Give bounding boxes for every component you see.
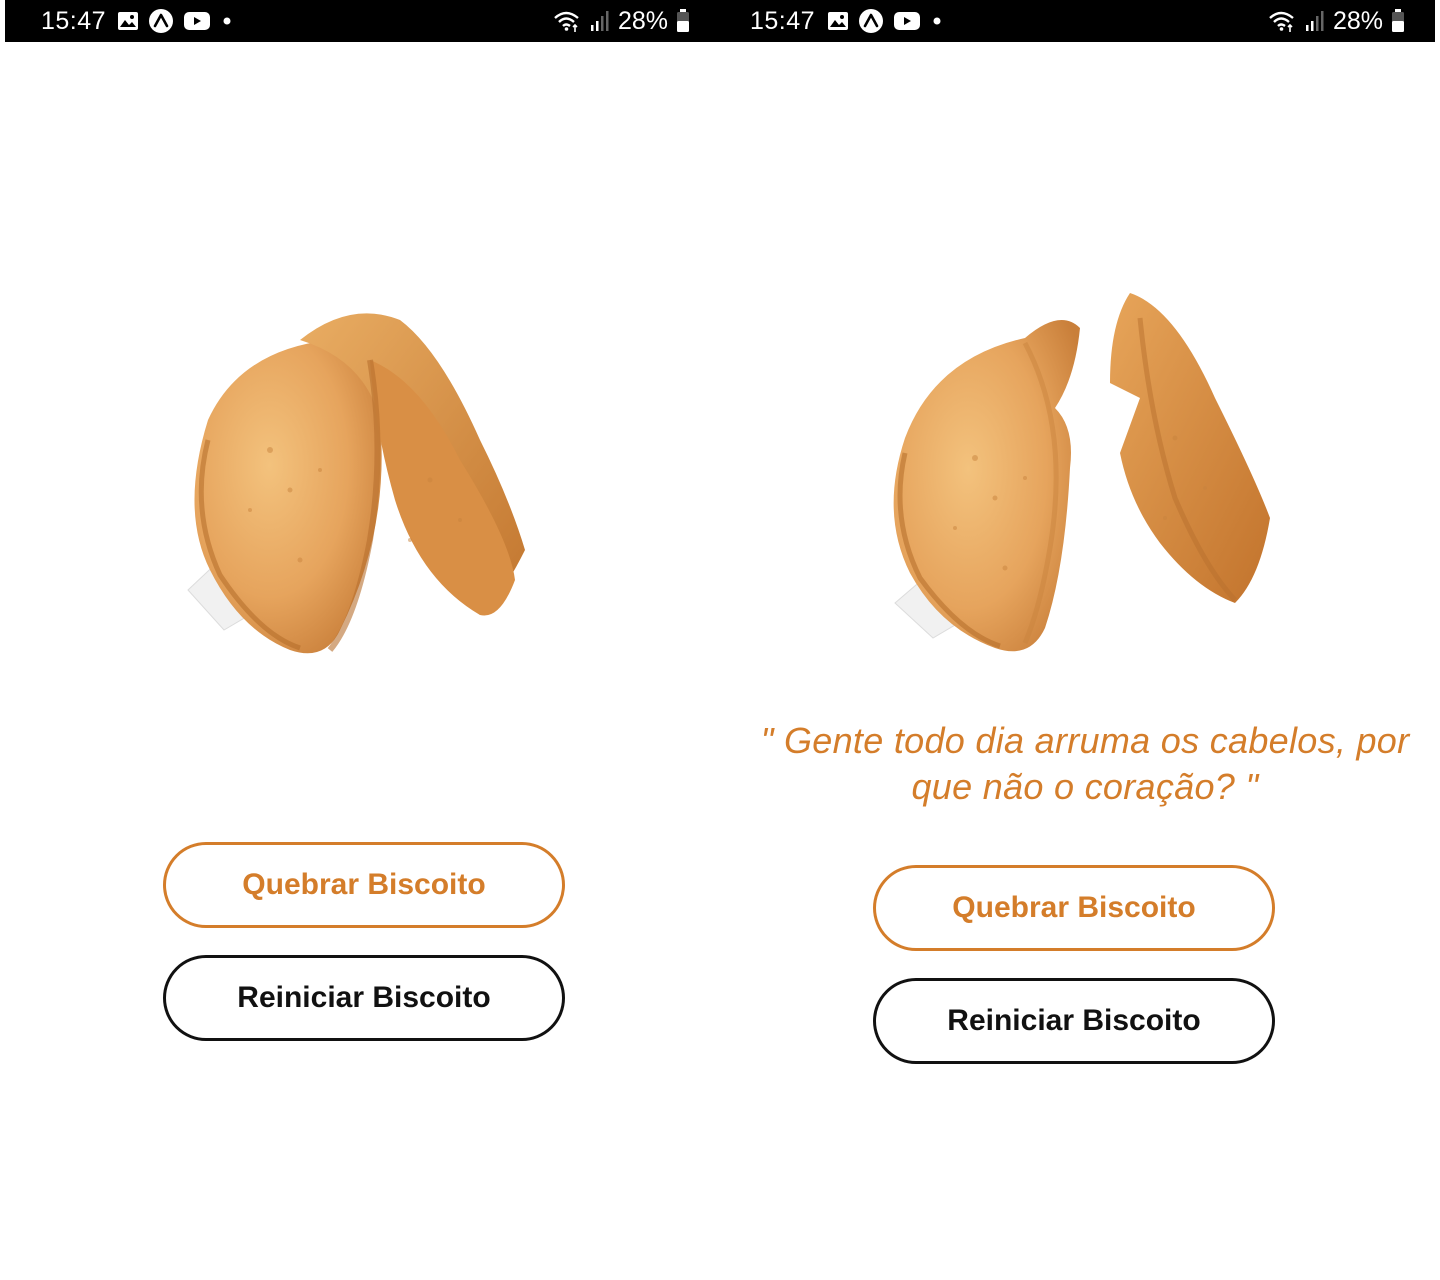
battery-percent: 28% (1332, 7, 1383, 35)
status-bar: 15:47 28% (5, 0, 720, 42)
break-cookie-button[interactable]: Quebrar Biscoito (873, 865, 1275, 951)
status-system-icons: 28% (1267, 6, 1405, 36)
youtube-icon (183, 11, 211, 31)
battery-percent: 28% (617, 7, 668, 35)
wifi-icon (552, 9, 582, 33)
fortune-cookie-whole-image (180, 300, 550, 662)
youtube-icon (893, 11, 921, 31)
reset-cookie-button[interactable]: Reiniciar Biscoito (873, 978, 1275, 1064)
reset-cookie-button[interactable]: Reiniciar Biscoito (163, 955, 565, 1041)
fortune-cookie-broken-image (875, 288, 1295, 660)
wifi-icon (1267, 9, 1297, 33)
expo-icon (148, 8, 174, 34)
signal-icon (590, 10, 610, 32)
gallery-icon (827, 11, 849, 31)
battery-icon (676, 9, 690, 33)
status-notification-icons (117, 9, 234, 33)
screen-whole-cookie: 15:47 28% Quebrar Biscoito Reiniciar Bis… (0, 0, 720, 1280)
battery-icon (1391, 9, 1405, 33)
dot-icon (930, 14, 944, 28)
fortune-quote: " Gente todo dia arruma os cabelos, por … (760, 720, 1410, 807)
status-bar: 15:47 28% (720, 0, 1435, 42)
gallery-icon (117, 11, 139, 31)
break-cookie-button[interactable]: Quebrar Biscoito (163, 842, 565, 928)
expo-icon (858, 8, 884, 34)
status-time: 15:47 (41, 7, 107, 35)
signal-icon (1305, 10, 1325, 32)
dot-icon (220, 14, 234, 28)
status-time: 15:47 (750, 7, 816, 35)
screen-broken-cookie: 15:47 28% " Gente todo dia arruma os cab… (720, 0, 1440, 1280)
app-screens: 15:47 28% Quebrar Biscoito Reiniciar Bis… (0, 0, 1440, 1280)
status-system-icons: 28% (552, 6, 690, 36)
status-notification-icons (827, 9, 944, 33)
